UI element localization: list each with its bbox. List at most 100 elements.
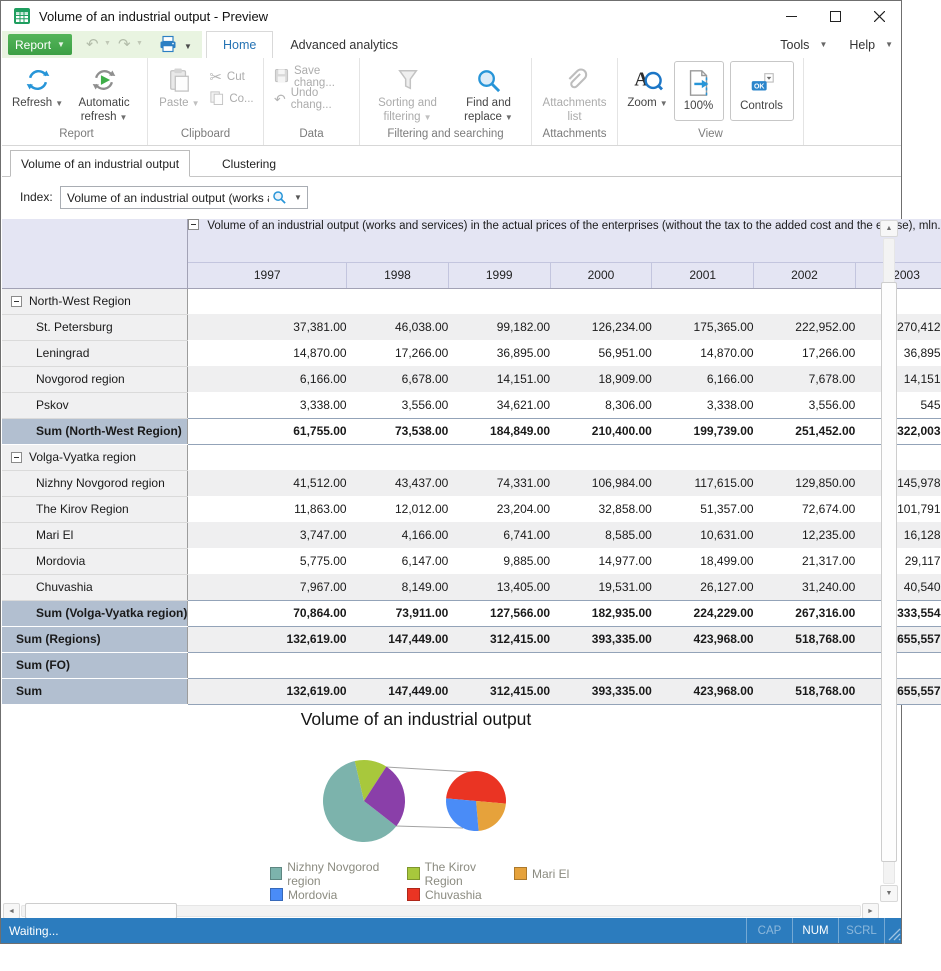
table-row-nizhny-novgorod-region[interactable]: Nizhny Novgorod region41,512.0043,437.00… xyxy=(2,470,941,496)
legend-item-mordovia: Mordovia xyxy=(270,888,407,902)
legend-swatch xyxy=(514,867,527,880)
table-row-the-kirov-region[interactable]: The Kirov Region11,863.0012,012.0023,204… xyxy=(2,496,941,522)
value-cell xyxy=(652,288,754,314)
row-label: Mordovia xyxy=(2,554,85,568)
ribbon-sorting-filtering-button[interactable]: Sorting and filtering▼ xyxy=(365,60,451,125)
ribbon-group-report: Refresh▼Automatic refresh▼Report xyxy=(6,58,148,145)
year-column-header: 1999 xyxy=(448,262,550,288)
horizontal-scroll-thumb[interactable] xyxy=(25,903,177,919)
collapse-icon[interactable] xyxy=(11,452,22,463)
value-cell: 127,566.00 xyxy=(448,600,550,626)
ribbon-zoom-button[interactable]: AZoom▼ xyxy=(625,60,671,111)
title-bar: Volume of an industrial output - Preview xyxy=(1,1,901,31)
copy-icon xyxy=(209,90,224,108)
ribbon-controls-button[interactable]: OKControls xyxy=(730,61,794,121)
ribbon-undo-changes-button[interactable]: ↶Undo chang... xyxy=(274,90,353,108)
chart-legend: Nizhny Novgorod regionThe Kirov RegionMa… xyxy=(270,863,569,905)
help-menu[interactable]: Help▼ xyxy=(849,38,893,52)
close-button[interactable] xyxy=(857,2,901,30)
scroll-right-button[interactable]: ► xyxy=(862,903,879,919)
chevron-down-icon: ▼ xyxy=(55,99,63,108)
maximize-button[interactable] xyxy=(813,2,857,30)
undo-chevron-icon[interactable]: ▼ xyxy=(104,40,111,47)
status-bar: Waiting... CAPNUMSCRL xyxy=(1,918,901,943)
value-cell: 199,739.00 xyxy=(652,418,754,444)
ribbon-find-replace-button[interactable]: Find and replace▼ xyxy=(451,60,527,125)
redo-chevron-icon[interactable]: ▼ xyxy=(136,40,143,47)
report-menu-label: Report xyxy=(15,38,51,52)
value-cell: 210,400.00 xyxy=(550,418,652,444)
table-row-sum-fo-[interactable]: Sum (FO) xyxy=(2,652,941,678)
chevron-down-icon[interactable]: ▼ xyxy=(289,193,307,202)
undo-icon[interactable]: ↶ xyxy=(86,35,99,53)
value-cell: 12,235.00 xyxy=(754,522,856,548)
value-cell: 43,437.00 xyxy=(347,470,449,496)
table-row-mari-el[interactable]: Mari El3,747.004,166.006,741.008,585.001… xyxy=(2,522,941,548)
table-row-leningrad[interactable]: Leningrad14,870.0017,266.0036,895.0056,9… xyxy=(2,340,941,366)
value-cell: 17,266.00 xyxy=(754,340,856,366)
value-cell: 12,012.00 xyxy=(347,496,449,522)
value-cell: 147,449.00 xyxy=(347,678,449,704)
value-cell: 73,911.00 xyxy=(347,600,449,626)
legend-item-the-kirov-region: The Kirov Region xyxy=(407,860,514,888)
value-cell: 6,678.00 xyxy=(347,366,449,392)
table-row-volga-vyatka-region[interactable]: Volga-Vyatka region xyxy=(2,444,941,470)
print-chevron-icon[interactable]: ▼ xyxy=(184,42,192,51)
row-label: Chuvashia xyxy=(2,580,93,594)
doctab-clustering[interactable]: Clustering xyxy=(190,150,308,177)
ribbon-cut-button[interactable]: ✂Cut xyxy=(209,68,253,86)
row-label: Sum (Volga-Vyatka region) xyxy=(2,606,187,620)
doctab-volume-of-industrial-output[interactable]: Volume of an industrial output xyxy=(10,150,190,177)
tools-menu[interactable]: Tools▼ xyxy=(780,38,827,52)
value-cell xyxy=(754,288,856,314)
value-cell: 6,147.00 xyxy=(347,548,449,574)
scroll-left-button[interactable]: ◄ xyxy=(3,903,20,919)
redo-icon[interactable]: ↷ xyxy=(118,35,131,53)
table-row-chuvashia[interactable]: Chuvashia7,967.008,149.0013,405.0019,531… xyxy=(2,574,941,600)
value-cell: 73,538.00 xyxy=(347,418,449,444)
ribbon-attachments-list-button[interactable]: Attachments list xyxy=(536,60,613,125)
index-combobox[interactable]: Volume of an industrial output (works an… xyxy=(60,186,308,209)
ribbon-copy-button[interactable]: Co... xyxy=(209,90,253,108)
ribbon-automatic-refresh-button[interactable]: Automatic refresh▼ xyxy=(65,60,143,125)
table-row-st-petersburg[interactable]: St. Petersburg37,381.0046,038.0099,182.0… xyxy=(2,314,941,340)
ribbon-item-label: Save chang... xyxy=(294,65,353,89)
ribbon-save-changes-button[interactable]: Save chang... xyxy=(274,68,353,86)
table-row-pskov[interactable]: Pskov3,338.003,556.0034,621.008,306.003,… xyxy=(2,392,941,418)
ribbon-refresh-button[interactable]: Refresh▼ xyxy=(10,60,65,111)
report-menu-button[interactable]: Report▼ xyxy=(8,34,72,55)
search-icon[interactable] xyxy=(269,190,289,205)
chevron-down-icon: ▼ xyxy=(660,99,668,108)
screen: Volume of an industrial output - Preview… xyxy=(0,0,941,971)
ribbon-group-label: Clipboard xyxy=(148,128,263,145)
value-cell: 6,166.00 xyxy=(652,366,754,392)
tab-home[interactable]: Home xyxy=(206,31,273,59)
table-row-sum-volga-vyatka-region-[interactable]: Sum (Volga-Vyatka region)70,864.0073,911… xyxy=(2,600,941,626)
value-cell: 74,331.00 xyxy=(448,470,550,496)
table-row-north-west-region[interactable]: North-West Region xyxy=(2,288,941,314)
table-row-sum[interactable]: Sum132,619.00147,449.00312,415.00393,335… xyxy=(2,678,941,704)
value-cell: 31,240.00 xyxy=(754,574,856,600)
ribbon-paste-button[interactable]: Paste▼ xyxy=(155,60,203,111)
vertical-scroll-thumb[interactable] xyxy=(881,282,897,862)
collapse-icon[interactable] xyxy=(11,296,22,307)
table-row-novgorod-region[interactable]: Novgorod region6,166.006,678.0014,151.00… xyxy=(2,366,941,392)
value-cell: 14,151.00 xyxy=(448,366,550,392)
value-cell xyxy=(347,444,449,470)
minimize-button[interactable] xyxy=(769,2,813,30)
paste-icon xyxy=(167,63,191,97)
refresh-icon xyxy=(24,63,52,97)
year-column-header: 2001 xyxy=(652,262,754,288)
value-cell: 4,166.00 xyxy=(347,522,449,548)
tab-advanced-analytics[interactable]: Advanced analytics xyxy=(273,31,415,59)
scroll-down-button[interactable]: ▼ xyxy=(880,885,898,902)
collapse-icon[interactable] xyxy=(188,219,199,230)
ribbon-zoom-100-button[interactable]: 100% xyxy=(674,61,724,121)
table-row-sum-regions-[interactable]: Sum (Regions)132,619.00147,449.00312,415… xyxy=(2,626,941,652)
value-cell: 6,166.00 xyxy=(188,366,347,392)
scroll-up-button[interactable]: ▲ xyxy=(880,220,898,237)
print-icon[interactable] xyxy=(158,34,178,59)
table-row-sum-north-west-region-[interactable]: Sum (North-West Region)61,755.0073,538.0… xyxy=(2,418,941,444)
table-row-mordovia[interactable]: Mordovia5,775.006,147.009,885.0014,977.0… xyxy=(2,548,941,574)
resize-grip[interactable] xyxy=(884,916,901,946)
